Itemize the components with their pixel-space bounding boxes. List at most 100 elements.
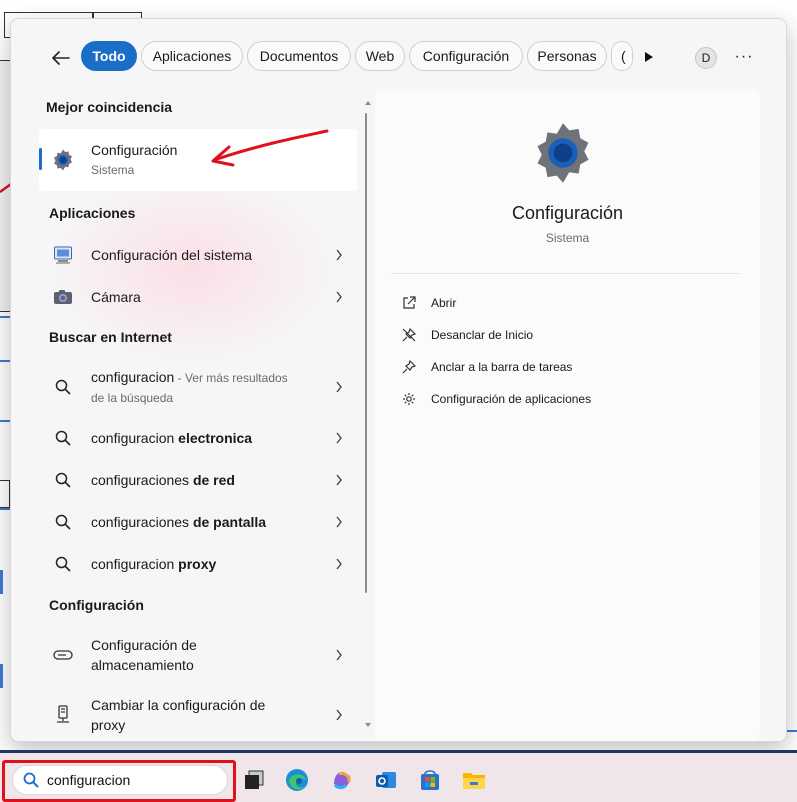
search-input[interactable] (45, 771, 219, 789)
proxy-device-icon (51, 703, 75, 727)
background-blue-mark (0, 664, 3, 688)
chevron-right-icon (329, 470, 349, 490)
unpin-icon (399, 325, 419, 345)
tab-aplicaciones[interactable]: Aplicaciones (141, 41, 243, 71)
web-query-hint: - Ver más resultados (174, 370, 288, 385)
search-icon (23, 772, 39, 788)
action-configuracion-aplicaciones[interactable]: Configuración de aplicaciones (399, 387, 591, 411)
action-label: Configuración de aplicaciones (431, 392, 592, 406)
web-query-bold: electronica (178, 430, 253, 446)
background-blue-line (0, 420, 10, 422)
avatar[interactable]: D (695, 47, 717, 69)
section-header-settings: Configuración (49, 597, 144, 613)
filter-bar: Todo Aplicaciones Documentos Web Configu… (11, 41, 786, 75)
web-query-text: configuracion (91, 368, 175, 385)
results-scrollbar[interactable] (364, 99, 372, 727)
microsoft-store-icon[interactable] (416, 766, 444, 794)
background-blue-mark (0, 570, 3, 594)
web-search-item-4[interactable]: configuracion proxy (39, 545, 357, 583)
edge-browser-icon[interactable] (283, 766, 311, 794)
copilot-icon[interactable] (328, 766, 356, 794)
section-header-apps: Aplicaciones (49, 205, 136, 221)
taskbar (0, 750, 797, 802)
search-panel: Todo Aplicaciones Documentos Web Configu… (10, 18, 787, 742)
tab-personas[interactable]: Personas (527, 41, 607, 71)
chevron-right-icon (329, 645, 349, 665)
section-header-best-match: Mejor coincidencia (46, 99, 173, 115)
pin-icon (399, 357, 419, 377)
chevron-right-icon (329, 287, 349, 307)
settings-item-line1: Cambiar la configuración de (91, 697, 266, 713)
search-icon (51, 552, 75, 576)
web-query-bold: de pantalla (192, 514, 267, 530)
scrollbar-thumb[interactable] (365, 113, 367, 593)
taskbar-search-box[interactable] (12, 765, 228, 795)
settings-item-line1: Configuración de (91, 637, 197, 653)
storage-drive-icon (51, 643, 75, 667)
web-query-bold: proxy (178, 556, 217, 572)
file-explorer-icon[interactable] (460, 766, 488, 794)
settings-item-line2: almacenamiento (91, 657, 194, 673)
preview-pane: Configuración Sistema Abrir Desanclar de… (375, 89, 760, 741)
search-icon (51, 468, 75, 492)
action-label: Abrir (431, 296, 457, 310)
background-blue-line (787, 730, 797, 732)
settings-item-almacenamiento[interactable]: Configuración de almacenamiento (39, 627, 357, 683)
gear-icon (399, 389, 419, 409)
web-query-text: configuracion (91, 430, 179, 446)
web-search-item-3[interactable]: configuraciones de pantalla (39, 503, 357, 541)
search-icon (51, 426, 75, 450)
preview-title: Configuración (511, 203, 624, 223)
task-view-icon[interactable] (240, 766, 268, 794)
camera-icon (51, 285, 75, 309)
app-item-label: Cámara (91, 289, 141, 305)
action-label: Anclar a la barra de tareas (431, 360, 573, 374)
section-header-web: Buscar en Internet (49, 329, 172, 345)
action-abrir[interactable]: Abrir (399, 291, 456, 315)
scroll-down-icon[interactable] (364, 721, 372, 729)
web-search-item-1[interactable]: configuracion electronica (39, 419, 357, 457)
action-desanclar-inicio[interactable]: Desanclar de Inicio (399, 323, 533, 347)
red-annotation-arrow (211, 129, 329, 167)
scroll-up-icon[interactable] (364, 99, 372, 107)
chevron-right-icon (329, 705, 349, 725)
play-arrow-icon (645, 52, 653, 62)
settings-gear-large-icon (529, 119, 597, 187)
chevron-right-icon (329, 512, 349, 532)
app-item-label: Configuración del sistema (91, 247, 253, 263)
web-query-text: configuraciones (91, 514, 193, 530)
scroll-tabs-button[interactable] (639, 47, 659, 67)
settings-item-proxy[interactable]: Cambiar la configuración de proxy (39, 687, 357, 741)
app-item-camara[interactable]: Cámara (39, 278, 357, 316)
outlook-icon[interactable] (372, 766, 400, 794)
back-button[interactable] (47, 43, 75, 73)
action-anclar-barra-tareas[interactable]: Anclar a la barra de tareas (399, 355, 572, 379)
app-item-configuracion-del-sistema[interactable]: Configuración del sistema (39, 236, 357, 274)
chevron-right-icon (329, 554, 349, 574)
background-blue-line (0, 316, 10, 318)
web-query-text: configuraciones (91, 472, 193, 488)
chevron-right-icon (329, 245, 349, 265)
web-query-text: configuracion (91, 556, 179, 572)
search-icon (51, 510, 75, 534)
background-blue-line (0, 360, 10, 362)
preview-subtitle: Sistema (545, 231, 590, 245)
tab-todo[interactable]: Todo (81, 41, 137, 71)
arrow-left-icon (52, 51, 70, 65)
web-search-item-2[interactable]: configuraciones de red (39, 461, 357, 499)
tab-configuracion[interactable]: Configuración (409, 41, 523, 71)
web-search-item-0[interactable]: configuracion - Ver más resultados de la… (39, 357, 357, 417)
background-blue-line (0, 508, 10, 510)
search-icon (51, 375, 75, 399)
selection-indicator (39, 148, 42, 170)
web-query-bold: de red (192, 472, 235, 488)
action-label: Desanclar de Inicio (431, 328, 534, 342)
tab-overflow[interactable]: ( (611, 41, 633, 71)
chevron-right-icon (329, 377, 349, 397)
tab-web[interactable]: Web (355, 41, 405, 71)
more-options-button[interactable]: ··· (733, 45, 755, 69)
open-external-icon (399, 293, 419, 313)
preview-divider (391, 273, 739, 274)
system-settings-icon (51, 243, 75, 267)
tab-documentos[interactable]: Documentos (247, 41, 351, 71)
